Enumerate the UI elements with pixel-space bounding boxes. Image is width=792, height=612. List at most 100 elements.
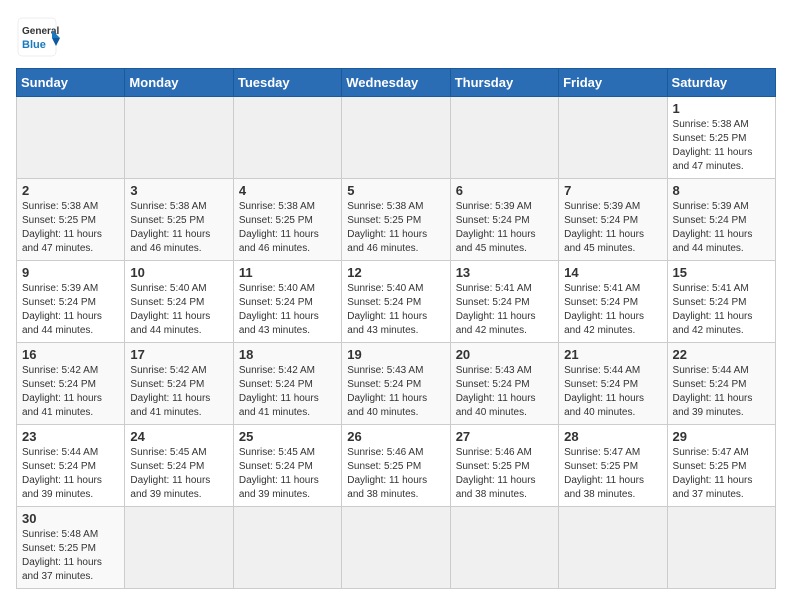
day-number: 15 xyxy=(673,265,770,280)
day-number: 28 xyxy=(564,429,661,444)
calendar-cell: 23 Sunrise: 5:44 AM Sunset: 5:24 PM Dayli… xyxy=(17,425,125,507)
calendar-cell: 17Sunrise: 5:42 AM Sunset: 5:24 PM Dayli… xyxy=(125,343,233,425)
weekday-header-wednesday: Wednesday xyxy=(342,69,450,97)
calendar-cell: 11 Sunrise: 5:40 AM Sunset: 5:24 PM Dayli… xyxy=(233,261,341,343)
day-info: Sunrise: 5:38 AM Sunset: 5:25 PM Dayligh… xyxy=(130,200,227,256)
calendar-cell xyxy=(342,97,450,179)
svg-text:Blue: Blue xyxy=(22,39,46,51)
calendar-cell: 7 Sunrise: 5:39 AM Sunset: 5:24 PM Daylig… xyxy=(559,179,667,261)
day-number: 1 xyxy=(673,101,770,116)
calendar-cell: 12 Sunrise: 5:40 AM Sunset: 5:24 PM Dayli… xyxy=(342,261,450,343)
calendar-cell: 14 Sunrise: 5:41 AM Sunset: 5:24 PM Dayli… xyxy=(559,261,667,343)
day-number: 3 xyxy=(130,183,227,198)
day-number: 5 xyxy=(347,183,444,198)
calendar-cell xyxy=(450,507,558,589)
calendar-cell: 8Sunrise: 5:39 AM Sunset: 5:24 PM Daylig… xyxy=(667,179,775,261)
day-number: 26 xyxy=(347,429,444,444)
day-number: 6 xyxy=(456,183,553,198)
calendar-cell: 16Sunrise: 5:42 AM Sunset: 5:24 PM Dayli… xyxy=(17,343,125,425)
day-number: 25 xyxy=(239,429,336,444)
calendar-cell xyxy=(450,97,558,179)
day-info: Sunrise: 5:42 AM Sunset: 5:24 PM Dayligh… xyxy=(22,364,119,420)
calendar-cell xyxy=(233,97,341,179)
day-number: 12 xyxy=(347,265,444,280)
calendar-cell xyxy=(125,507,233,589)
weekday-header-monday: Monday xyxy=(125,69,233,97)
calendar-cell: 19 Sunrise: 5:43 AM Sunset: 5:24 PM Dayli… xyxy=(342,343,450,425)
calendar-cell: 10 Sunrise: 5:40 AM Sunset: 5:24 PM Dayli… xyxy=(125,261,233,343)
week-row-1: 1Sunrise: 5:38 AM Sunset: 5:25 PM Daylig… xyxy=(17,97,776,179)
weekday-header-tuesday: Tuesday xyxy=(233,69,341,97)
day-info: Sunrise: 5:45 AM Sunset: 5:24 PM Dayligh… xyxy=(239,446,336,502)
weekday-header-saturday: Saturday xyxy=(667,69,775,97)
day-info: Sunrise: 5:40 AM Sunset: 5:24 PM Dayligh… xyxy=(347,282,444,338)
week-row-5: 23 Sunrise: 5:44 AM Sunset: 5:24 PM Dayli… xyxy=(17,425,776,507)
day-number: 24 xyxy=(130,429,227,444)
day-number: 13 xyxy=(456,265,553,280)
calendar-cell: 29Sunrise: 5:47 AM Sunset: 5:25 PM Dayli… xyxy=(667,425,775,507)
day-number: 22 xyxy=(673,347,770,362)
calendar-cell: 22 Sunrise: 5:44 AM Sunset: 5:24 PM Dayli… xyxy=(667,343,775,425)
weekday-header-row: SundayMondayTuesdayWednesdayThursdayFrid… xyxy=(17,69,776,97)
calendar-table: SundayMondayTuesdayWednesdayThursdayFrid… xyxy=(16,68,776,589)
day-info: Sunrise: 5:47 AM Sunset: 5:25 PM Dayligh… xyxy=(564,446,661,502)
day-info: Sunrise: 5:48 AM Sunset: 5:25 PM Dayligh… xyxy=(22,528,119,584)
day-number: 14 xyxy=(564,265,661,280)
calendar-cell: 28 Sunrise: 5:47 AM Sunset: 5:25 PM Dayli… xyxy=(559,425,667,507)
day-number: 30 xyxy=(22,511,119,526)
week-row-3: 9 Sunrise: 5:39 AM Sunset: 5:24 PM Daylig… xyxy=(17,261,776,343)
calendar-cell: 25 Sunrise: 5:45 AM Sunset: 5:24 PM Dayli… xyxy=(233,425,341,507)
day-info: Sunrise: 5:44 AM Sunset: 5:24 PM Dayligh… xyxy=(673,364,770,420)
day-number: 17 xyxy=(130,347,227,362)
day-number: 20 xyxy=(456,347,553,362)
day-info: Sunrise: 5:46 AM Sunset: 5:25 PM Dayligh… xyxy=(456,446,553,502)
calendar-cell xyxy=(667,507,775,589)
day-number: 9 xyxy=(22,265,119,280)
logo-svg: General Blue xyxy=(16,16,66,58)
day-info: Sunrise: 5:39 AM Sunset: 5:24 PM Dayligh… xyxy=(456,200,553,256)
day-number: 4 xyxy=(239,183,336,198)
weekday-header-friday: Friday xyxy=(559,69,667,97)
day-number: 29 xyxy=(673,429,770,444)
day-info: Sunrise: 5:38 AM Sunset: 5:25 PM Dayligh… xyxy=(22,200,119,256)
calendar-cell: 2 Sunrise: 5:38 AM Sunset: 5:25 PM Daylig… xyxy=(17,179,125,261)
week-row-4: 16Sunrise: 5:42 AM Sunset: 5:24 PM Dayli… xyxy=(17,343,776,425)
calendar-cell xyxy=(559,97,667,179)
day-info: Sunrise: 5:46 AM Sunset: 5:25 PM Dayligh… xyxy=(347,446,444,502)
day-number: 10 xyxy=(130,265,227,280)
day-info: Sunrise: 5:42 AM Sunset: 5:24 PM Dayligh… xyxy=(239,364,336,420)
day-info: Sunrise: 5:43 AM Sunset: 5:24 PM Dayligh… xyxy=(347,364,444,420)
weekday-header-thursday: Thursday xyxy=(450,69,558,97)
calendar-cell: 21Sunrise: 5:44 AM Sunset: 5:24 PM Dayli… xyxy=(559,343,667,425)
day-info: Sunrise: 5:39 AM Sunset: 5:24 PM Dayligh… xyxy=(564,200,661,256)
day-info: Sunrise: 5:38 AM Sunset: 5:25 PM Dayligh… xyxy=(347,200,444,256)
calendar-cell xyxy=(559,507,667,589)
day-number: 8 xyxy=(673,183,770,198)
day-number: 11 xyxy=(239,265,336,280)
day-info: Sunrise: 5:43 AM Sunset: 5:24 PM Dayligh… xyxy=(456,364,553,420)
calendar-cell: 13Sunrise: 5:41 AM Sunset: 5:24 PM Dayli… xyxy=(450,261,558,343)
calendar-cell: 6 Sunrise: 5:39 AM Sunset: 5:24 PM Daylig… xyxy=(450,179,558,261)
day-info: Sunrise: 5:40 AM Sunset: 5:24 PM Dayligh… xyxy=(130,282,227,338)
day-number: 19 xyxy=(347,347,444,362)
day-info: Sunrise: 5:39 AM Sunset: 5:24 PM Dayligh… xyxy=(22,282,119,338)
day-number: 23 xyxy=(22,429,119,444)
day-number: 2 xyxy=(22,183,119,198)
calendar-cell: 1Sunrise: 5:38 AM Sunset: 5:25 PM Daylig… xyxy=(667,97,775,179)
week-row-6: 30 Sunrise: 5:48 AM Sunset: 5:25 PM Dayli… xyxy=(17,507,776,589)
day-info: Sunrise: 5:44 AM Sunset: 5:24 PM Dayligh… xyxy=(22,446,119,502)
calendar-cell xyxy=(125,97,233,179)
page-header: General Blue xyxy=(16,16,776,58)
calendar-cell: 4 Sunrise: 5:38 AM Sunset: 5:25 PM Daylig… xyxy=(233,179,341,261)
day-info: Sunrise: 5:38 AM Sunset: 5:25 PM Dayligh… xyxy=(239,200,336,256)
day-info: Sunrise: 5:40 AM Sunset: 5:24 PM Dayligh… xyxy=(239,282,336,338)
day-info: Sunrise: 5:41 AM Sunset: 5:24 PM Dayligh… xyxy=(673,282,770,338)
day-number: 21 xyxy=(564,347,661,362)
day-info: Sunrise: 5:41 AM Sunset: 5:24 PM Dayligh… xyxy=(564,282,661,338)
calendar-cell: 9 Sunrise: 5:39 AM Sunset: 5:24 PM Daylig… xyxy=(17,261,125,343)
calendar-cell: 18Sunrise: 5:42 AM Sunset: 5:24 PM Dayli… xyxy=(233,343,341,425)
day-number: 7 xyxy=(564,183,661,198)
calendar-cell: 27Sunrise: 5:46 AM Sunset: 5:25 PM Dayli… xyxy=(450,425,558,507)
calendar-cell: 15 Sunrise: 5:41 AM Sunset: 5:24 PM Dayli… xyxy=(667,261,775,343)
calendar-cell: 5 Sunrise: 5:38 AM Sunset: 5:25 PM Daylig… xyxy=(342,179,450,261)
